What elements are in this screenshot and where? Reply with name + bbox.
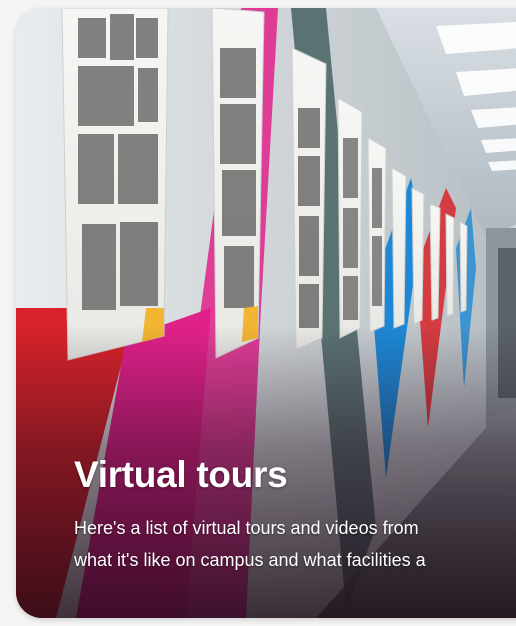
card-description-line: what it's like on campus and what facili…: [74, 550, 426, 570]
card-title: Virtual tours: [74, 454, 288, 495]
virtual-tours-card[interactable]: Virtual tours Here's a list of virtual t…: [16, 8, 516, 618]
card-description-line: Here's a list of virtual tours and video…: [74, 518, 419, 538]
card-description: Here's a list of virtual tours and video…: [74, 512, 516, 576]
page: Virtual tours Here's a list of virtual t…: [0, 0, 516, 626]
